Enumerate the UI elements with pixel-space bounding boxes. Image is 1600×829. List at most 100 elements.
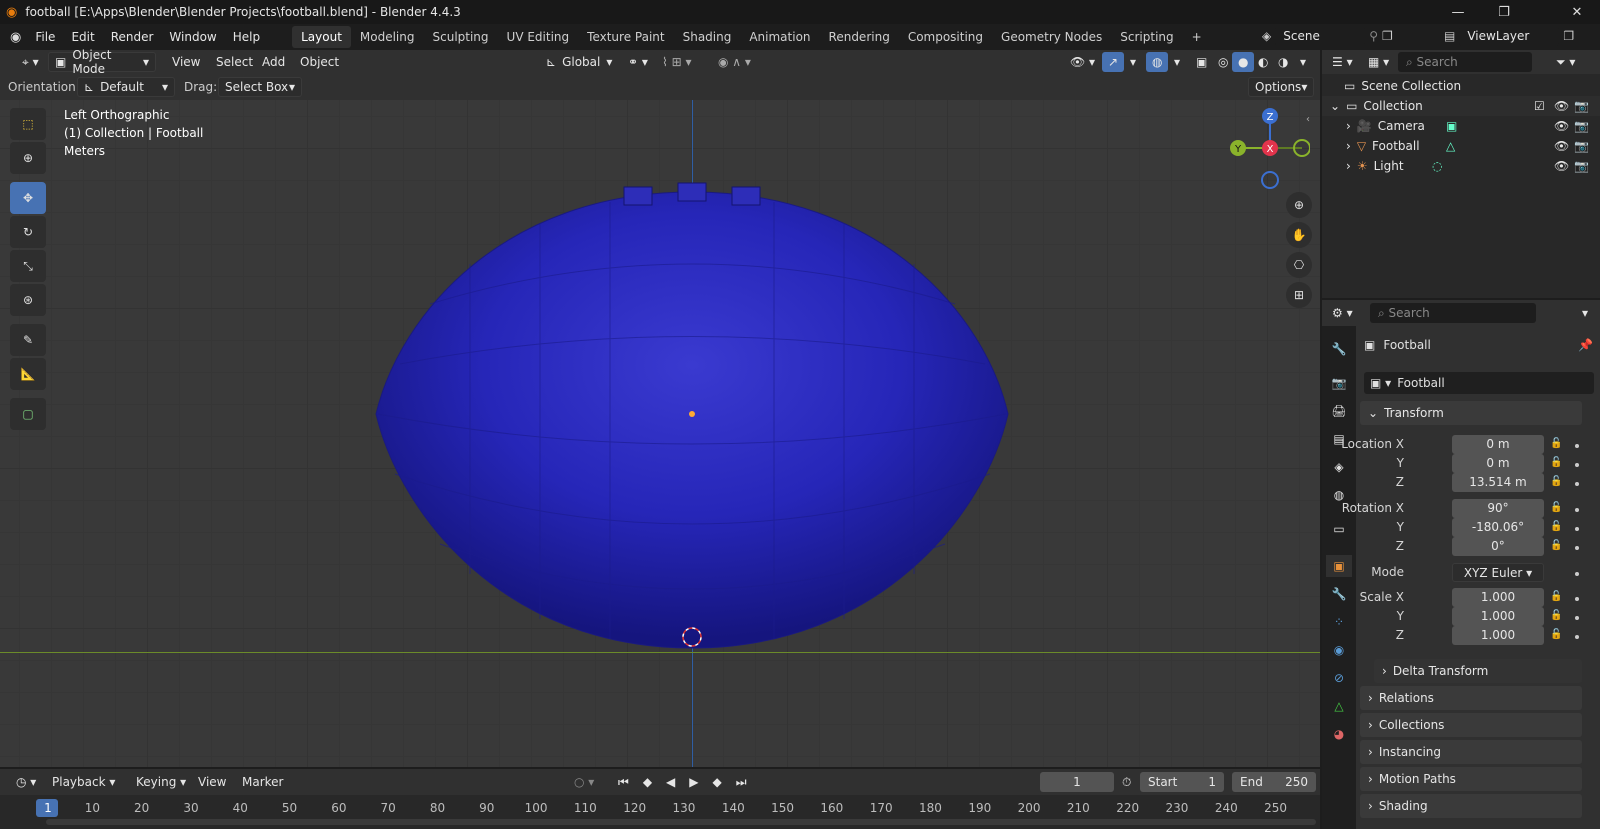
render-camera-icon[interactable]: 📷 <box>1574 119 1589 133</box>
tab-shading[interactable]: Shading <box>674 26 741 48</box>
object-tab-icon[interactable]: ▣ <box>1326 555 1352 577</box>
tab-animation[interactable]: Animation <box>740 26 819 48</box>
next-keyframe-icon[interactable]: ◆ <box>707 772 728 792</box>
outliner-item-light[interactable]: › ☀ Light ◌ 👁 📷 <box>1322 156 1600 176</box>
tab-rendering[interactable]: Rendering <box>820 26 899 48</box>
rotate-tool[interactable]: ↻ <box>10 216 46 248</box>
data-tab-icon[interactable]: △ <box>1326 695 1352 717</box>
3d-viewport[interactable]: Orientation: ⊾ Default ▾ Drag: Select Box ▾… <box>0 74 1320 767</box>
cursor-tool[interactable]: ⊕ <box>10 142 46 174</box>
shading-panel[interactable]: › Shading <box>1360 794 1582 818</box>
scene-tab-icon[interactable]: ◈ <box>1326 456 1352 478</box>
menu-object[interactable]: Object <box>294 52 345 72</box>
zoom-icon[interactable]: ⊕ <box>1286 192 1312 218</box>
render-camera-icon[interactable]: 📷 <box>1574 139 1589 153</box>
tab-layout[interactable]: Layout <box>292 26 351 48</box>
properties-options-icon[interactable]: ▾ <box>1576 303 1594 323</box>
tab-modeling[interactable]: Modeling <box>351 26 424 48</box>
modifier-tab-icon[interactable]: 🔧 <box>1326 583 1352 605</box>
render-tab-icon[interactable]: 📷 <box>1326 372 1352 394</box>
measure-tool[interactable]: 📐 <box>10 358 46 390</box>
xray-icon[interactable]: ▣ <box>1190 52 1213 72</box>
lock-icon[interactable]: 🔓 <box>1550 540 1562 551</box>
lock-icon[interactable]: 🔓 <box>1550 502 1562 513</box>
properties-editor-icon[interactable]: ⚙ ▾ <box>1326 303 1359 323</box>
render-camera-icon[interactable]: 📷 <box>1574 159 1589 173</box>
rotation-mode-dropdown[interactable]: XYZ Euler ▾ <box>1452 563 1544 582</box>
menu-edit[interactable]: Edit <box>63 26 102 48</box>
output-tab-icon[interactable]: 🖨 <box>1326 400 1352 422</box>
ortho-toggle-icon[interactable]: ⊞ <box>1286 282 1312 308</box>
auto-key-icon[interactable]: ○ ▾ <box>568 772 600 792</box>
outliner-editor-icon[interactable]: ☰ ▾ <box>1326 52 1359 72</box>
menu-timeline-view[interactable]: View <box>192 772 232 792</box>
visibility-eye-icon[interactable]: 👁 <box>1554 99 1569 113</box>
new-scene-icon[interactable]: ❐ <box>1382 29 1393 43</box>
scene-name[interactable]: Scene <box>1275 26 1366 46</box>
annotate-tool[interactable]: ✎ <box>10 324 46 356</box>
visibility-icon[interactable]: 👁 ▾ <box>1064 52 1101 72</box>
navigation-gizmo[interactable]: Z Y X <box>1226 104 1310 194</box>
timeline-editor-icon[interactable]: ◷ ▾ <box>10 772 42 792</box>
pin-properties-icon[interactable]: 📌 <box>1578 338 1593 352</box>
stopwatch-icon[interactable]: ⏱ <box>1122 775 1131 790</box>
tab-geometry-nodes[interactable]: Geometry Nodes <box>992 26 1111 48</box>
shading-dropdown-icon[interactable]: ▾ <box>1294 52 1312 72</box>
jump-end-icon[interactable]: ⏭ <box>730 772 753 792</box>
play-icon[interactable]: ▶ <box>683 772 704 792</box>
render-camera-icon[interactable]: 📷 <box>1574 99 1589 113</box>
keyframe-dot[interactable] <box>1575 635 1579 639</box>
scale-tool[interactable]: ⤡ <box>10 250 46 282</box>
constraints-tab-icon[interactable]: ⊘ <box>1326 667 1352 689</box>
visibility-eye-icon[interactable]: 👁 <box>1554 119 1569 133</box>
sidebar-toggle-icon[interactable]: ‹ <box>1306 114 1310 125</box>
keyframe-dot[interactable] <box>1575 546 1579 550</box>
rotation-z-field[interactable]: 0° <box>1452 537 1544 556</box>
filter-icon[interactable]: ⏷ ▾ <box>1550 52 1581 72</box>
relations-panel[interactable]: › Relations <box>1360 686 1582 710</box>
tab-scripting[interactable]: Scripting <box>1111 26 1182 48</box>
tab-compositing[interactable]: Compositing <box>899 26 992 48</box>
blender-menu-icon[interactable]: ◉ <box>10 30 21 45</box>
lock-icon[interactable]: 🔓 <box>1550 610 1562 621</box>
chevron-right-icon[interactable]: › <box>1346 159 1351 173</box>
keyframe-dot[interactable] <box>1575 616 1579 620</box>
minimize-button[interactable]: — <box>1435 0 1481 24</box>
scale-y-field[interactable]: 1.000 <box>1452 607 1544 626</box>
location-z-field[interactable]: 13.514 m <box>1452 473 1544 492</box>
overlays-dropdown-icon[interactable]: ▾ <box>1168 52 1186 72</box>
tab-texture-paint[interactable]: Texture Paint <box>578 26 673 48</box>
menu-keying[interactable]: Keying ▾ <box>130 772 192 792</box>
prev-keyframe-icon[interactable]: ◆ <box>637 772 658 792</box>
football-mesh[interactable] <box>0 74 1320 767</box>
exclude-checkbox[interactable]: ☑ <box>1534 99 1545 113</box>
overlays-icon[interactable]: ◍ <box>1146 52 1169 72</box>
motion-paths-panel[interactable]: › Motion Paths <box>1360 767 1582 791</box>
lock-icon[interactable]: 🔓 <box>1550 457 1562 468</box>
keyframe-dot[interactable] <box>1575 444 1579 448</box>
add-workspace-button[interactable]: + <box>1183 26 1211 48</box>
menu-view[interactable]: View <box>166 52 206 72</box>
menu-window[interactable]: Window <box>161 26 224 48</box>
rendered-shading-icon[interactable]: ◑ <box>1272 52 1294 72</box>
menu-marker[interactable]: Marker <box>236 772 289 792</box>
pin-icon[interactable]: ⚲ <box>1369 29 1378 43</box>
object-name-field[interactable]: ▣ ▾ Football <box>1364 372 1594 394</box>
delta-transform-panel[interactable]: › Delta Transform <box>1374 659 1582 683</box>
chevron-down-icon[interactable]: ⌄ <box>1330 99 1340 113</box>
gizmo-toggle-icon[interactable]: ↗ <box>1102 52 1125 72</box>
collections-panel[interactable]: › Collections <box>1360 713 1582 737</box>
transform-panel-header[interactable]: ⌄ Transform <box>1360 401 1582 425</box>
close-button[interactable]: ✕ <box>1554 0 1600 24</box>
object-mode-dropdown[interactable]: ▣ Object Mode ▾ <box>48 48 156 76</box>
outliner-scene-collection[interactable]: ▭ Scene Collection <box>1322 76 1600 96</box>
maximize-button[interactable]: ❐ <box>1481 0 1527 24</box>
menu-render[interactable]: Render <box>103 26 162 48</box>
instancing-panel[interactable]: › Instancing <box>1360 740 1582 764</box>
end-frame-field[interactable]: End 250 <box>1232 772 1316 792</box>
visibility-eye-icon[interactable]: 👁 <box>1554 139 1569 153</box>
tool-tab-icon[interactable]: 🔧 <box>1326 338 1352 360</box>
chevron-right-icon[interactable]: › <box>1346 119 1351 133</box>
gizmo-dropdown-icon[interactable]: ▾ <box>1124 52 1142 72</box>
jump-start-icon[interactable]: ⏮ <box>612 772 635 792</box>
